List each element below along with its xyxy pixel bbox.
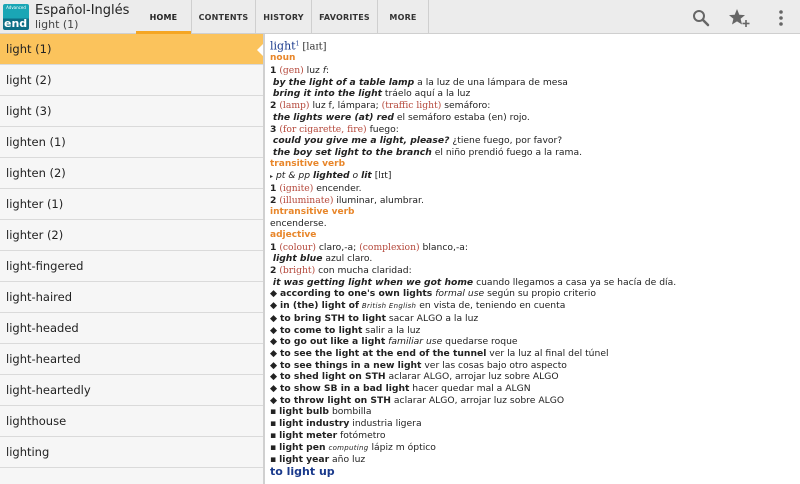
word-list[interactable]: light (1) light (2) light (3) lighten (1…: [0, 34, 265, 484]
idiom: ◆ in (the) light of British English en v…: [270, 300, 566, 312]
sense: 1 (ignite) encender.: [270, 183, 362, 195]
idiom: ◆ to show SB in a bad light hacer quedar…: [270, 383, 531, 395]
tab-history[interactable]: HISTORY: [255, 0, 311, 34]
example: by the light of a table lamp a la luz de…: [272, 76, 568, 88]
sense: 2 (lamp) luz f, lámpara; (traffic light)…: [270, 100, 491, 112]
logo-top-text: Advanced: [6, 5, 26, 10]
headword: light: [270, 39, 296, 53]
example: it was getting light when we got home cu…: [272, 276, 677, 288]
sense: 3 (for cigarette, fire) fuego:: [270, 123, 399, 135]
sense: 2 (bright) con mucha claridad:: [270, 265, 412, 277]
list-item[interactable]: lighthouse: [0, 406, 263, 437]
list-item[interactable]: lighter (2): [0, 220, 263, 251]
app-title: Español-Inglés: [35, 3, 130, 18]
compound: ▪ light pen computing lápiz m óptico: [270, 441, 436, 453]
list-item[interactable]: lighten (1): [0, 127, 263, 158]
list-item[interactable]: light-heartedly: [0, 375, 263, 406]
example: could you give me a light, please? ¿tien…: [272, 135, 563, 147]
sense: 1 (colour) claro,-a; (complexion) blanco…: [270, 241, 468, 253]
sense: encenderse.: [270, 218, 327, 230]
tab-favorites[interactable]: FAVORITES: [311, 0, 377, 34]
current-word: light (1): [35, 18, 79, 31]
action-bar: Advanced end Español-Inglés light (1) HO…: [0, 0, 800, 34]
list-item[interactable]: light-headed: [0, 313, 263, 344]
verb-forms: ▸ pt & pp lighted o lit [lɪt]: [270, 170, 392, 182]
homograph-number: 1: [295, 40, 300, 47]
sense: 1 (gen) luz f:: [270, 65, 330, 77]
tab-home[interactable]: HOME: [136, 0, 191, 34]
compound: ▪ light meter fotómetro: [270, 429, 386, 441]
star-plus-icon[interactable]: [728, 7, 750, 29]
list-item[interactable]: lighten (2): [0, 158, 263, 189]
tab-bar: HOME CONTENTS HISTORY FAVORITES MORE: [136, 0, 429, 34]
app-logo-icon[interactable]: Advanced end: [3, 4, 29, 30]
idiom: ◆ according to one's own lights formal u…: [270, 288, 596, 300]
idiom: ◆ to see things in a new light ver las c…: [270, 359, 567, 371]
compound: ▪ light year año luz: [270, 454, 366, 466]
list-item[interactable]: light-fingered: [0, 251, 263, 282]
list-item[interactable]: light-hearted: [0, 344, 263, 375]
idiom: ◆ to throw light on STH aclarar ALGO, ar…: [270, 394, 565, 406]
pronunciation: [laɪt]: [302, 41, 327, 53]
list-item[interactable]: lighting: [0, 437, 263, 468]
logo-bottom-text: end: [4, 17, 28, 30]
pos-label: intransitive verb: [270, 206, 355, 217]
example: light blue azul claro.: [272, 253, 373, 265]
dictionary-entry: light1 [laɪt] noun 1 (gen) luz f: by the…: [270, 38, 798, 484]
tab-contents[interactable]: CONTENTS: [191, 0, 255, 34]
pos-label: transitive verb: [270, 158, 346, 169]
idiom: ◆ to come to light salir a la luz: [270, 324, 421, 336]
sense: 2 (illuminate) iluminar, alumbrar.: [270, 194, 424, 206]
pos-label: adjective: [270, 229, 317, 240]
example: the boy set light to the branch el niño …: [272, 146, 583, 158]
list-item[interactable]: light (1): [0, 34, 263, 65]
example: bring it into the light tráelo aquí a la…: [272, 88, 471, 100]
idiom: ◆ to shed light on STH aclarar ALGO, arr…: [270, 371, 559, 383]
overflow-menu-icon[interactable]: [770, 7, 792, 29]
example: the lights were (at) red el semáforo est…: [272, 111, 530, 123]
list-item[interactable]: lighter (1): [0, 189, 263, 220]
entry-headline: light1 [laɪt]: [270, 38, 798, 53]
compound: ▪ light bulb bombilla: [270, 406, 372, 418]
list-item[interactable]: light (3): [0, 96, 263, 127]
pos-label: noun: [270, 53, 296, 64]
idiom: ◆ to bring STH to light sacar ALGO a la …: [270, 312, 479, 324]
compound: ▪ light industry industria ligera: [270, 418, 422, 430]
list-item[interactable]: light-haired: [0, 282, 263, 313]
search-icon[interactable]: [690, 7, 712, 29]
cross-reference-link[interactable]: to light up: [270, 466, 798, 478]
idiom: ◆ to go out like a light familiar use qu…: [270, 336, 518, 348]
arrow-icon: ▸: [270, 173, 274, 181]
tab-more[interactable]: MORE: [377, 0, 429, 34]
idiom: ◆ to see the light at the end of the tun…: [270, 347, 609, 359]
list-item[interactable]: light (2): [0, 65, 263, 96]
